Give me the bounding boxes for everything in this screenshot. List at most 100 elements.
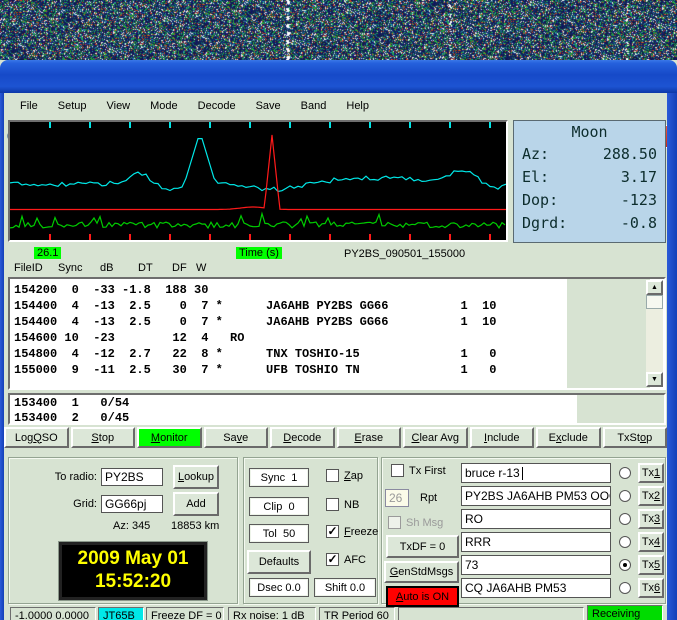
menu-setup[interactable]: Setup: [48, 97, 97, 115]
defaults-button[interactable]: Defaults: [247, 550, 311, 574]
clear-avg-button[interactable]: Clear Avg: [403, 427, 468, 448]
log-qso-button[interactable]: Log QSO: [4, 427, 69, 448]
txdf-button[interactable]: TxDF = 0: [386, 535, 459, 558]
dsec-control[interactable]: Dsec 0.0: [249, 578, 309, 597]
clock-date: 2009 May 01: [62, 547, 204, 570]
tx1-message-input[interactable]: bruce r-13: [461, 463, 611, 483]
lookup-button[interactable]: Lookup: [173, 465, 219, 489]
waterfall-spectrogram: [0, 0, 677, 60]
tx3-message-input[interactable]: RO: [461, 509, 611, 529]
title-bar[interactable]: WSJT 6 by K1JT _ □ ✕: [0, 60, 677, 93]
tx2-radio[interactable]: [619, 490, 631, 502]
shift-control[interactable]: Shift 0.0: [314, 578, 376, 597]
status-rx-noise: Rx noise: 1 dB: [228, 607, 316, 620]
distance-text: 18853 km: [171, 520, 219, 532]
decode-row: 154200 0 -33 -1.8 188 30: [14, 282, 496, 298]
afc-checkbox[interactable]: [326, 553, 339, 566]
auto-button[interactable]: Auto is ON: [386, 586, 459, 607]
moon-az-label: Az:: [522, 143, 549, 166]
sh-msg-checkbox[interactable]: [388, 516, 401, 529]
tx-first-checkbox[interactable]: [391, 464, 404, 477]
tol-control[interactable]: Tol 50: [249, 524, 309, 543]
stop-button[interactable]: Stop: [71, 427, 136, 448]
afc-label: AFC: [344, 554, 366, 566]
scroll-up-button[interactable]: ▲: [646, 280, 663, 295]
menu-decode[interactable]: Decode: [188, 97, 246, 115]
params-group: Sync 1 Clip 0 Tol 50 Defaults Dsec 0.0 S…: [243, 457, 378, 604]
txstop-button[interactable]: TxStop: [603, 427, 668, 448]
wsjt-window: WSJT 6 by K1JT _ □ ✕ File Setup View Mod…: [0, 0, 677, 620]
menu-band[interactable]: Band: [291, 97, 337, 115]
freeze-checkbox[interactable]: [326, 525, 339, 538]
text-caret: [522, 467, 523, 480]
col-fileid: FileID: [14, 262, 43, 274]
azimuth-text: Az: 345: [113, 520, 150, 532]
average-text-area[interactable]: 153400 1 0/54153400 2 0/45: [8, 393, 666, 425]
tx-first-label: Tx First: [409, 465, 446, 477]
monitor-button[interactable]: Monitor: [137, 427, 202, 448]
arrow-down-icon: ▼: [651, 376, 658, 383]
menu-view[interactable]: View: [96, 97, 140, 115]
gen-std-msgs-button[interactable]: GenStdMsgs: [384, 561, 459, 583]
status-tr-period: TR Period 60: [319, 607, 395, 620]
arrow-up-icon: ▲: [651, 284, 658, 291]
decode-row: 154400 4 -13 2.5 0 7 * JA6AHB PY2BS GG66…: [14, 314, 496, 330]
moon-el-label: El:: [522, 166, 549, 189]
rpt-input[interactable]: 26: [385, 489, 409, 507]
tx2-button[interactable]: Tx2: [638, 486, 664, 506]
tx4-button[interactable]: Tx4: [638, 532, 664, 552]
moon-dgrd-label: Dgrd:: [522, 212, 567, 235]
exclude-button[interactable]: Exclude: [536, 427, 601, 448]
menu-save[interactable]: Save: [246, 97, 291, 115]
decode-text-area[interactable]: 154200 0 -33 -1.8 188 30154400 4 -13 2.5…: [8, 277, 666, 390]
include-button[interactable]: Include: [470, 427, 535, 448]
tx5-button[interactable]: Tx5: [638, 555, 664, 575]
tx2-message-input[interactable]: PY2BS JA6AHB PM53 OOO: [461, 486, 611, 506]
decode-row: 154600 10 -23 12 4 RO: [14, 330, 496, 346]
moon-info-panel: Moon Az:288.50 El:3.17 Dop:-123 Dgrd:-0.…: [513, 120, 666, 243]
tx5-message-input[interactable]: 73: [461, 555, 611, 575]
status-spacer: [398, 607, 584, 620]
status-mode: JT65B: [98, 607, 144, 620]
col-sync: Sync: [58, 262, 82, 274]
tx6-radio[interactable]: [619, 582, 631, 594]
freq-label: 26.1: [34, 247, 61, 259]
menu-mode[interactable]: Mode: [140, 97, 188, 115]
decode-row: 154400 4 -13 2.5 0 7 * JA6AHB PY2BS GG66…: [14, 298, 496, 314]
to-radio-label: To radio:: [29, 471, 97, 483]
clip-control[interactable]: Clip 0: [249, 497, 309, 516]
scroll-thumb[interactable]: [646, 295, 663, 309]
status-freeze-df: Freeze DF = 0: [146, 607, 224, 620]
moon-title: Moon: [522, 123, 657, 141]
tx1-message-text: bruce r-13: [465, 466, 520, 480]
tx1-radio[interactable]: [619, 467, 631, 479]
tx1-button[interactable]: Tx1: [638, 463, 664, 483]
tx5-radio[interactable]: [619, 559, 631, 571]
decode-button[interactable]: Decode: [270, 427, 335, 448]
signal-graph: [8, 120, 508, 242]
station-group: To radio: PY2BS Lookup Grid: GG66pj Add …: [8, 457, 238, 604]
nb-checkbox[interactable]: [326, 498, 339, 511]
add-button[interactable]: Add: [173, 492, 219, 516]
window-border-left: [0, 93, 4, 620]
zap-checkbox[interactable]: [326, 469, 339, 482]
to-radio-input[interactable]: PY2BS: [101, 468, 163, 486]
rpt-label: Rpt: [420, 492, 437, 504]
tx3-button[interactable]: Tx3: [638, 509, 664, 529]
tx6-message-input[interactable]: CQ JA6AHB PM53: [461, 578, 611, 598]
menu-help[interactable]: Help: [336, 97, 379, 115]
decode-header: FileID Sync dB DT DF W: [8, 262, 308, 276]
tx4-radio[interactable]: [619, 536, 631, 548]
scroll-down-button[interactable]: ▼: [646, 372, 663, 387]
save-button[interactable]: Save: [204, 427, 269, 448]
tx6-button[interactable]: Tx6: [638, 578, 664, 598]
menu-file[interactable]: File: [10, 97, 48, 115]
grid-input[interactable]: GG66pj: [101, 495, 163, 513]
tx4-message-input[interactable]: RRR: [461, 532, 611, 552]
decode-scrollbar[interactable]: ▲ ▼: [646, 280, 663, 387]
window-border-right: [667, 93, 677, 620]
sync-control[interactable]: Sync 1: [249, 468, 309, 487]
utc-clock: 2009 May 01 15:52:20: [59, 542, 207, 600]
erase-button[interactable]: Erase: [337, 427, 402, 448]
tx3-radio[interactable]: [619, 513, 631, 525]
